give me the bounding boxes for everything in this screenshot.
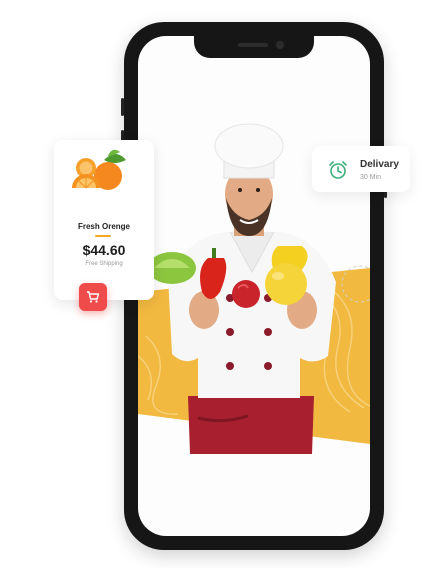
chef-apron bbox=[188, 396, 314, 454]
front-camera bbox=[276, 41, 284, 49]
product-card[interactable]: Fresh Orenge $44.60 Free Shipping bbox=[54, 140, 154, 311]
delivery-title: Delivary bbox=[360, 159, 399, 170]
product-name-underline bbox=[95, 235, 111, 237]
shipping-label: Free Shipping bbox=[85, 261, 123, 267]
product-name: Fresh Orenge bbox=[77, 222, 130, 231]
orange-fruit-icon bbox=[72, 149, 126, 190]
red-apple bbox=[232, 280, 260, 308]
delivery-time: 30 Min bbox=[360, 174, 382, 181]
speaker-grille bbox=[238, 43, 268, 47]
product-price: $44.60 bbox=[82, 242, 126, 258]
phone-mockup bbox=[121, 22, 387, 550]
yellow-fruit bbox=[265, 263, 307, 305]
add-to-cart-button[interactable] bbox=[79, 283, 107, 311]
phone-notch bbox=[194, 36, 314, 58]
alarm-clock-icon bbox=[329, 161, 347, 179]
mute-switch bbox=[121, 98, 124, 116]
cart-icon bbox=[87, 291, 100, 303]
delivery-card: Delivary 30 Min bbox=[312, 146, 410, 192]
chef-hero-image bbox=[138, 123, 370, 454]
phone-screen bbox=[138, 36, 370, 536]
